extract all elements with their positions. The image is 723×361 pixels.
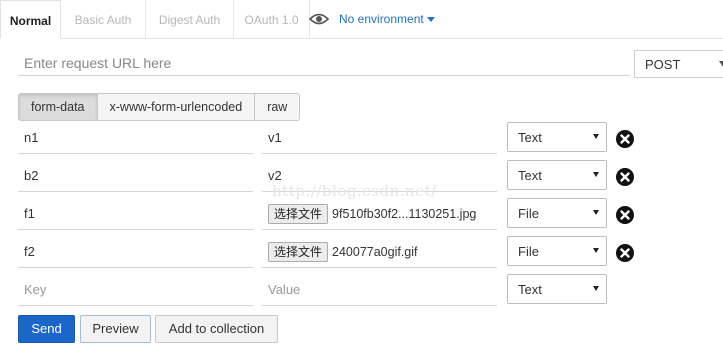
auth-tab-bar: Normal Basic Auth Digest Auth OAuth 1.0 … <box>0 0 723 39</box>
environment-label: No environment <box>339 12 424 26</box>
param-type-value: Text <box>518 282 542 297</box>
param-key[interactable]: b2 <box>18 160 253 192</box>
method-select[interactable]: POST <box>634 50 723 78</box>
param-row: f1 选择文件 9f510fb30f2...1130251.jpg File <box>0 198 723 236</box>
eye-icon[interactable] <box>309 12 329 26</box>
mode-raw[interactable]: raw <box>254 93 301 121</box>
param-key[interactable]: f1 <box>18 198 253 230</box>
remove-row-icon[interactable] <box>616 206 634 224</box>
param-row: n1 v1 Text <box>0 122 723 160</box>
param-type-value: File <box>518 244 539 259</box>
preview-button[interactable]: Preview <box>80 315 151 343</box>
mode-form-data[interactable]: form-data <box>18 93 98 121</box>
tab-oauth[interactable]: OAuth 1.0 <box>234 0 310 38</box>
watermark: http://blog.csdn.net/ <box>272 182 437 200</box>
method-value: POST <box>645 57 681 72</box>
add-to-collection-button[interactable]: Add to collection <box>155 315 278 343</box>
body-mode-group: form-data x-www-form-urlencoded raw <box>18 93 301 121</box>
param-type-select[interactable]: Text <box>507 274 607 304</box>
param-file-value: 选择文件 240077a0gif.gif <box>262 236 497 268</box>
param-row: f2 选择文件 240077a0gif.gif File <box>0 236 723 274</box>
mode-urlencoded[interactable]: x-www-form-urlencoded <box>96 93 256 121</box>
remove-row-icon[interactable] <box>616 244 634 262</box>
param-file-value: 选择文件 9f510fb30f2...1130251.jpg <box>262 198 497 230</box>
chevron-down-icon <box>593 134 599 139</box>
request-url-input[interactable] <box>18 50 630 76</box>
param-type-value: File <box>518 206 539 221</box>
param-row-new: Key Value Text <box>0 274 723 312</box>
chevron-down-icon <box>593 286 599 291</box>
choose-file-button[interactable]: 选择文件 <box>268 242 329 262</box>
param-type-value: Text <box>518 130 542 145</box>
remove-row-icon[interactable] <box>616 130 634 148</box>
param-value[interactable]: v1 <box>262 122 497 154</box>
key-input[interactable]: Key <box>18 274 253 306</box>
chevron-down-icon <box>593 210 599 215</box>
choose-file-button[interactable]: 选择文件 <box>268 204 329 224</box>
tab-normal[interactable]: Normal <box>0 0 61 39</box>
param-key[interactable]: f2 <box>18 236 253 268</box>
file-name: 240077a0gif.gif <box>332 245 418 259</box>
param-type-select[interactable]: Text <box>507 122 607 152</box>
chevron-down-icon <box>593 248 599 253</box>
param-type-select[interactable]: Text <box>507 160 607 190</box>
chevron-down-icon <box>593 172 599 177</box>
param-key[interactable]: n1 <box>18 122 253 154</box>
param-type-select[interactable]: File <box>507 198 607 228</box>
param-type-value: Text <box>518 168 542 183</box>
param-type-select[interactable]: File <box>507 236 607 266</box>
tab-digest-auth[interactable]: Digest Auth <box>146 0 234 38</box>
environment-selector[interactable]: No environment <box>339 12 435 26</box>
send-button[interactable]: Send <box>18 315 75 343</box>
chevron-down-icon <box>719 61 723 67</box>
tab-bar-divider <box>0 38 723 39</box>
value-input[interactable]: Value <box>262 274 497 306</box>
file-name: 9f510fb30f2...1130251.jpg <box>332 207 477 221</box>
caret-down-icon <box>426 17 435 23</box>
remove-row-icon[interactable] <box>616 168 634 186</box>
tab-basic-auth[interactable]: Basic Auth <box>61 0 146 38</box>
